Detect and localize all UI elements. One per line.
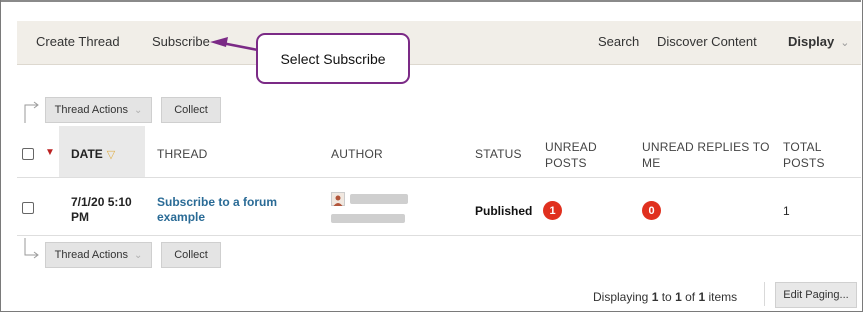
- date-line: 7/1/20 5:10: [71, 195, 132, 209]
- collect-label: Collect: [174, 249, 208, 261]
- header-line: POSTS: [783, 156, 825, 170]
- divider: [764, 282, 765, 306]
- thread-actions-button-bottom[interactable]: Thread Actions ⌄: [45, 242, 152, 268]
- thread-title-link[interactable]: Subscribe to a forum example: [157, 195, 307, 225]
- thread-actions-label: Thread Actions: [54, 249, 128, 261]
- header-line: TOTAL: [783, 140, 822, 154]
- bracket-arrow-down-icon: [24, 238, 39, 259]
- flag-icon[interactable]: ▼: [45, 147, 55, 158]
- sort-triangle-icon: ▽: [106, 149, 116, 161]
- divider: [17, 235, 861, 236]
- select-all-checkbox[interactable]: [22, 148, 34, 160]
- chevron-down-icon: ⌄: [133, 104, 143, 116]
- header-line: UNREAD REPLIES TO: [642, 140, 770, 154]
- unread-replies-column-header[interactable]: UNREAD REPLIES TO ME: [642, 139, 770, 171]
- date-cell: 7/1/20 5:10 PM: [71, 195, 141, 225]
- thread-column-header[interactable]: THREAD: [157, 147, 208, 161]
- collect-button-bottom[interactable]: Collect: [161, 242, 221, 268]
- header-line: ME: [642, 156, 661, 170]
- callout-box: Select Subscribe: [256, 33, 410, 84]
- collect-button-top[interactable]: Collect: [161, 97, 221, 123]
- paging-to-word: to: [658, 290, 676, 304]
- status-column-header[interactable]: STATUS: [475, 147, 522, 161]
- edit-paging-button[interactable]: Edit Paging...: [775, 282, 857, 308]
- thread-line: Subscribe to a forum: [157, 195, 278, 209]
- thread-actions-button-top[interactable]: Thread Actions ⌄: [45, 97, 152, 123]
- paging-status: Displaying 1 to 1 of 1 items: [593, 290, 737, 304]
- unread-posts-badge[interactable]: 1: [543, 201, 562, 220]
- paging-prefix: Displaying: [593, 290, 652, 304]
- bracket-arrow-up-icon: [24, 101, 39, 123]
- paging-items-word: items: [705, 290, 738, 304]
- paging-to: 1: [675, 290, 682, 304]
- callout-text: Select Subscribe: [280, 50, 386, 67]
- total-posts-cell: 1: [783, 204, 790, 218]
- thread-line: example: [157, 210, 206, 224]
- divider: [17, 177, 861, 178]
- thread-actions-label: Thread Actions: [54, 104, 128, 116]
- unread-replies-badge[interactable]: 0: [642, 201, 661, 220]
- collect-label: Collect: [174, 104, 208, 116]
- chevron-down-icon: ⌄: [133, 249, 143, 261]
- total-posts-column-header[interactable]: TOTAL POSTS: [783, 139, 825, 171]
- date-column-header[interactable]: DATE ▽: [71, 147, 115, 161]
- avatar: [331, 192, 345, 206]
- date-header-label: DATE: [71, 147, 103, 161]
- author-name-redacted: [350, 194, 408, 204]
- date-line: PM: [71, 210, 89, 224]
- header-line: UNREAD: [545, 140, 597, 154]
- unread-posts-column-header[interactable]: UNREAD POSTS: [545, 139, 597, 171]
- row-checkbox[interactable]: [22, 202, 34, 214]
- author-name-redacted: [331, 214, 405, 223]
- author-column-header[interactable]: AUTHOR: [331, 147, 383, 161]
- header-line: POSTS: [545, 156, 587, 170]
- status-cell: Published: [475, 204, 533, 218]
- paging-of-word: of: [681, 290, 699, 304]
- avatar-icon: [333, 195, 343, 206]
